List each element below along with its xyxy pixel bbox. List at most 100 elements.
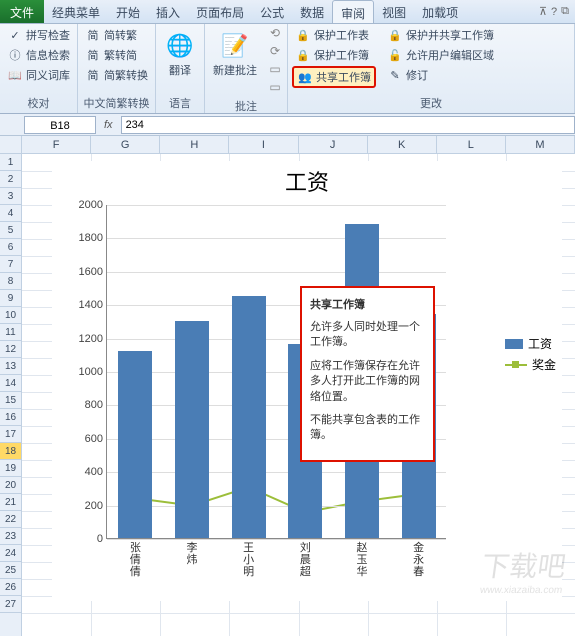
legend-item-line[interactable]: 奖金	[505, 356, 556, 373]
legend[interactable]: 工资 奖金	[505, 331, 556, 377]
thesaurus-button[interactable]: 📖同义词库	[4, 66, 73, 84]
spellcheck-button[interactable]: ✓拼写检查	[4, 26, 73, 44]
share-workbook-tooltip: 共享工作簿 允许多人同时处理一个工作簿。 应将工作簿保存在允许多人打开此工作簿的…	[300, 286, 435, 462]
column-headers: FGHIJKLM	[22, 136, 575, 154]
tab-经典菜单[interactable]: 经典菜单	[44, 0, 108, 23]
y-tick: 400	[85, 466, 107, 478]
legend-item-bar[interactable]: 工资	[505, 335, 556, 352]
col-header[interactable]: L	[437, 136, 506, 153]
tab-插入[interactable]: 插入	[148, 0, 188, 23]
row-header[interactable]: 24	[0, 545, 21, 562]
row-header[interactable]: 14	[0, 375, 21, 392]
row-header[interactable]: 11	[0, 324, 21, 341]
share-workbook-button[interactable]: 👥共享工作簿	[292, 66, 376, 88]
row-header[interactable]: 19	[0, 460, 21, 477]
formula-input[interactable]	[121, 116, 575, 134]
grid[interactable]: FGHIJKLM 工资 0200400600800100012001400160…	[22, 136, 575, 636]
row-header[interactable]: 7	[0, 256, 21, 273]
row-header[interactable]: 16	[0, 409, 21, 426]
worksheet[interactable]: 1234567891011121314151617181920212223242…	[0, 136, 575, 636]
tooltip-title: 共享工作簿	[310, 296, 425, 312]
col-header[interactable]: K	[368, 136, 437, 153]
y-tick: 800	[85, 399, 107, 411]
protect-share-button[interactable]: 🔒保护并共享工作簿	[384, 26, 497, 44]
row-header[interactable]: 15	[0, 392, 21, 409]
comment-icon: 📝	[219, 30, 251, 62]
translate-button[interactable]: 🌐 翻译	[160, 26, 200, 82]
tab-开始[interactable]: 开始	[108, 0, 148, 23]
research-icon: ⓘ	[7, 47, 23, 63]
row-header[interactable]: 22	[0, 511, 21, 528]
trad-to-simp-button[interactable]: 简繁转简	[82, 46, 151, 64]
button-label: 新建批注	[213, 62, 257, 78]
group-label: 更改	[292, 93, 570, 113]
comment-nav-icon[interactable]: ▭	[267, 62, 283, 78]
comment-nav-icon[interactable]: ⟳	[267, 44, 283, 60]
ribbon-tabs: 文件 经典菜单开始插入页面布局公式数据审阅视图加载项 ⊼ ? ⧉	[0, 0, 575, 24]
row-header[interactable]: 2	[0, 171, 21, 188]
button-label: 修订	[406, 67, 428, 83]
row-header[interactable]: 12	[0, 341, 21, 358]
col-header[interactable]: J	[299, 136, 368, 153]
col-header[interactable]: G	[91, 136, 160, 153]
track-changes-button[interactable]: ✎修订	[384, 66, 497, 84]
tab-数据[interactable]: 数据	[292, 0, 332, 23]
qat-minimize-icon[interactable]: ⊼	[539, 5, 547, 18]
row-header[interactable]: 25	[0, 562, 21, 579]
row-header[interactable]: 18	[0, 443, 21, 460]
group-label: 中文简繁转换	[82, 93, 151, 113]
y-tick: 1400	[79, 299, 107, 311]
protect-workbook-icon: 🔒	[295, 47, 311, 63]
button-label: 保护并共享工作簿	[406, 27, 494, 43]
row-header[interactable]: 9	[0, 290, 21, 307]
y-tick: 0	[97, 533, 107, 545]
row-header[interactable]: 3	[0, 188, 21, 205]
tab-file[interactable]: 文件	[0, 0, 44, 23]
protect-share-icon: 🔒	[387, 27, 403, 43]
row-header[interactable]: 10	[0, 307, 21, 324]
bar[interactable]	[175, 321, 209, 538]
col-header[interactable]: H	[160, 136, 229, 153]
tab-公式[interactable]: 公式	[252, 0, 292, 23]
row-header[interactable]: 23	[0, 528, 21, 545]
tab-审阅[interactable]: 审阅	[332, 0, 374, 23]
protect-sheet-button[interactable]: 🔒保护工作表	[292, 26, 376, 44]
bar[interactable]	[118, 351, 152, 538]
row-header[interactable]: 26	[0, 579, 21, 596]
row-header[interactable]: 20	[0, 477, 21, 494]
comment-nav-icon[interactable]: ⟲	[267, 26, 283, 42]
qat-help-icon[interactable]: ?	[551, 6, 557, 18]
name-box[interactable]: B18	[24, 116, 96, 134]
comment-nav-icon[interactable]: ▭	[267, 80, 283, 96]
x-label: 赵玉华	[355, 538, 369, 578]
row-header[interactable]: 6	[0, 239, 21, 256]
protect-workbook-button[interactable]: 🔒保护工作簿	[292, 46, 376, 64]
row-header[interactable]: 21	[0, 494, 21, 511]
legend-label: 工资	[528, 335, 552, 352]
fx-label[interactable]: fx	[104, 119, 113, 131]
tab-页面布局[interactable]: 页面布局	[188, 0, 252, 23]
col-header[interactable]: I	[229, 136, 298, 153]
bar[interactable]	[232, 296, 266, 538]
row-header[interactable]: 13	[0, 358, 21, 375]
tab-加载项[interactable]: 加载项	[414, 0, 466, 23]
col-header[interactable]: M	[506, 136, 575, 153]
tab-视图[interactable]: 视图	[374, 0, 414, 23]
research-button[interactable]: ⓘ信息检索	[4, 46, 73, 64]
col-header[interactable]: F	[22, 136, 91, 153]
row-header[interactable]: 27	[0, 596, 21, 613]
allow-edit-ranges-button[interactable]: 🔓允许用户编辑区域	[384, 46, 497, 64]
simp-to-trad-button[interactable]: 简简转繁	[82, 26, 151, 44]
row-header[interactable]: 4	[0, 205, 21, 222]
chart-title[interactable]: 工资	[52, 161, 562, 203]
row-header[interactable]: 1	[0, 154, 21, 171]
row-header[interactable]: 8	[0, 273, 21, 290]
row-header[interactable]: 5	[0, 222, 21, 239]
new-comment-button[interactable]: 📝 新建批注	[209, 26, 261, 96]
button-label: 允许用户编辑区域	[406, 47, 494, 63]
sc-tc-convert-button[interactable]: 简简繁转换	[82, 66, 151, 84]
protect-sheet-icon: 🔒	[295, 27, 311, 43]
x-label: 王小明	[242, 538, 256, 578]
row-header[interactable]: 17	[0, 426, 21, 443]
qat-window-icon[interactable]: ⧉	[561, 5, 569, 18]
